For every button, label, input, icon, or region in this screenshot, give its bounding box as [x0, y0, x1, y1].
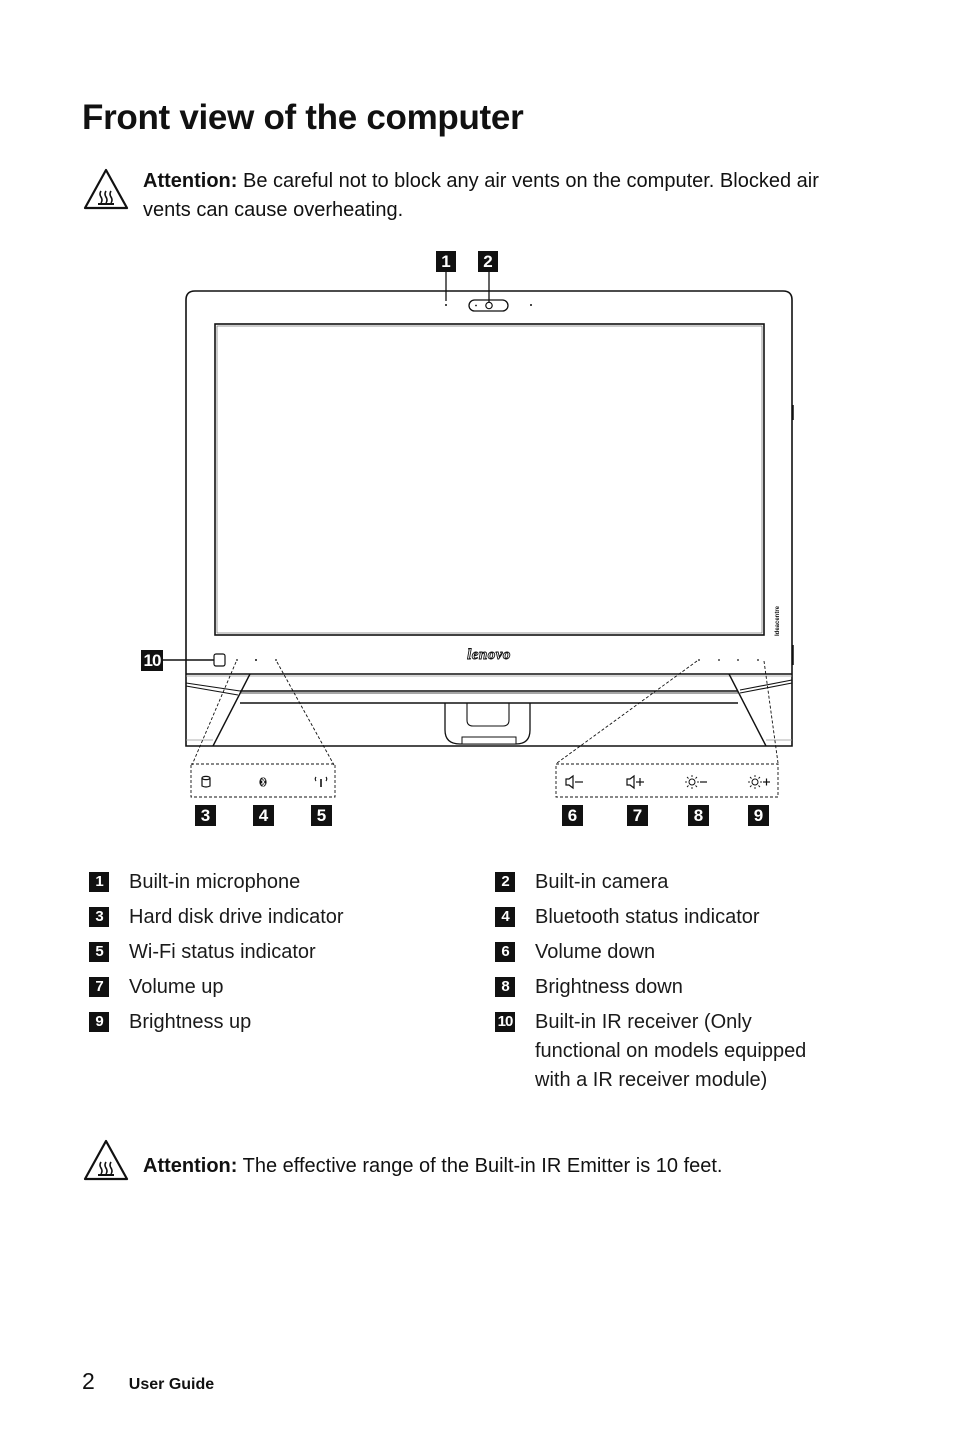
attention-body: The effective range of the Built-in IR E…: [237, 1155, 723, 1177]
legend-item: 2 Built-in camera: [495, 868, 835, 897]
legend-item: 4 Bluetooth status indicator: [495, 903, 835, 932]
page-number: 2: [82, 1368, 95, 1394]
legend-label: Hard disk drive indicator: [129, 906, 344, 928]
legend-item: 8 Brightness down: [495, 973, 835, 1002]
legend-item: 6 Volume down: [495, 938, 835, 967]
legend-number: 9: [89, 1012, 109, 1032]
legend-label: Volume down: [535, 941, 656, 963]
legend-number: 4: [495, 907, 515, 927]
legend-label: Volume up: [129, 976, 224, 998]
legend-number: 5: [89, 942, 109, 962]
legend-label: Built-in camera: [535, 871, 669, 893]
guide-title: User Guide: [128, 1376, 215, 1393]
legend-number: 1: [89, 872, 109, 892]
page-footer: 2 User Guide: [82, 1368, 214, 1395]
camera-lens: [485, 301, 493, 310]
attention-note-ir-range: Attention: The effective range of the Bu…: [82, 1138, 863, 1182]
legend-item: 1 Built-in microphone: [89, 868, 429, 897]
brightness-up-icon: [748, 775, 770, 789]
legend-number: 6: [495, 942, 515, 962]
legend-item: 7 Volume up: [89, 973, 429, 1002]
ideacentre-label: Ideacentre: [775, 605, 781, 636]
legend-label: Bluetooth status indicator: [535, 906, 760, 928]
callout-badge-3: 3: [195, 805, 216, 826]
legend-right-column: 2 Built-in camera 4 Bluetooth status indic…: [495, 868, 835, 1101]
callout-badge-7: 7: [627, 805, 648, 826]
legend-number: 2: [495, 872, 515, 892]
legend-number: 7: [89, 977, 109, 997]
callout-badge-10: 10: [141, 650, 163, 671]
attention-note-air-vents: Attention: Be careful not to block any a…: [82, 167, 863, 225]
legend-item: 3 Hard disk drive indicator: [89, 903, 429, 932]
legend-label: Built-in microphone: [129, 871, 301, 893]
legend-number: 3: [89, 907, 109, 927]
legend-item: 10 Built-in IR receiver (Only functional …: [495, 1008, 835, 1095]
attention-text: Attention: Be careful not to block any a…: [143, 167, 863, 225]
indicator-panel-zoom-right: [555, 763, 779, 798]
callout-badge-8: 8: [688, 805, 709, 826]
bluetooth-icon: [259, 777, 267, 787]
ir-receiver: [213, 653, 226, 667]
legend-label: Wi-Fi status indicator: [129, 941, 316, 963]
legend-number: 10: [495, 1012, 515, 1032]
callout-badge-4: 4: [253, 805, 274, 826]
volume-down-icon: [565, 774, 583, 790]
legend-number: 8: [495, 977, 515, 997]
callout-badge-9: 9: [748, 805, 769, 826]
hot-surface-warning-icon: [83, 168, 129, 210]
callout-badge-2: 2: [478, 251, 498, 272]
callout-badge-5: 5: [311, 805, 332, 826]
callout-badge-6: 6: [562, 805, 583, 826]
page-title: Front view of the computer: [82, 98, 524, 137]
legend-label: Brightness down: [535, 976, 683, 998]
volume-up-icon: [626, 774, 644, 790]
computer-front-view-diagram: lenovo Ideacentre: [163, 271, 794, 798]
monitor-screen: [214, 323, 765, 636]
hot-surface-warning-icon: [83, 1139, 129, 1181]
wifi-icon: [314, 776, 328, 787]
legend-left-column: 1 Built-in microphone 3 Hard disk drive in…: [89, 868, 429, 1043]
legend-item: 5 Wi-Fi status indicator: [89, 938, 429, 967]
attention-label: Attention:: [143, 1155, 238, 1177]
lenovo-logo: lenovo: [467, 647, 511, 663]
attention-label: Attention:: [143, 170, 238, 192]
brightness-down-icon: [685, 775, 707, 789]
legend-label: Built-in IR receiver (Only functional on…: [535, 1011, 807, 1091]
callout-badge-1: 1: [436, 251, 456, 272]
legend-label: Brightness up: [129, 1011, 252, 1033]
hdd-icon: [201, 775, 211, 788]
microphone-hole: [445, 304, 447, 306]
legend-item: 9 Brightness up: [89, 1008, 429, 1037]
attention-body: Be careful not to block any air vents on…: [143, 170, 819, 221]
attention-text: Attention: The effective range of the Bu…: [143, 1152, 863, 1181]
